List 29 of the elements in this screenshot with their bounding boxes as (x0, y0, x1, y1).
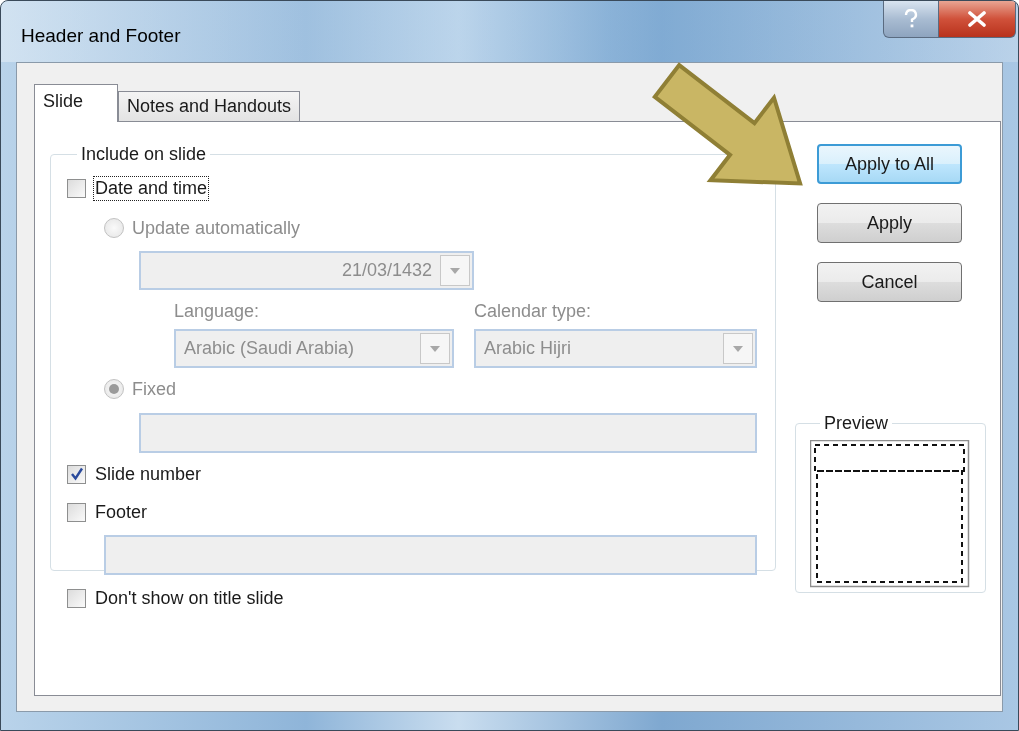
caret-icon (429, 344, 441, 353)
close-icon (968, 11, 986, 27)
checkbox[interactable] (67, 502, 86, 522)
arrow-icon (652, 62, 803, 186)
help-button[interactable] (883, 1, 939, 38)
tab[interactable]: Notes and Handouts (118, 91, 301, 121)
radio-label: Update automatically (132, 217, 301, 239)
checkbox[interactable] (67, 588, 86, 608)
check-icon (69, 467, 84, 481)
group-title: Include on slide (80, 144, 208, 165)
caret-icon (449, 266, 461, 275)
checkbox[interactable] (67, 178, 86, 198)
button[interactable]: Cancel (817, 262, 962, 302)
help-icon (903, 9, 919, 29)
window-title: Header and Footer (21, 25, 181, 47)
field-label: Calendar type: (474, 300, 593, 323)
caret-icon (732, 344, 744, 353)
checkbox-label: Slide number (95, 463, 202, 485)
checkbox-label: Footer (95, 501, 148, 523)
button[interactable]: Apply (817, 203, 962, 243)
button[interactable]: Apply to All (817, 144, 962, 184)
radio-label: Fixed (132, 378, 176, 400)
field-label: Language: (174, 300, 261, 323)
checkbox-label: Date and time (95, 177, 208, 199)
close-button[interactable] (939, 1, 1016, 38)
checkbox-label: Don't show on title slide (95, 587, 284, 609)
tab[interactable]: Slide (34, 84, 118, 122)
checkbox[interactable] (67, 464, 86, 484)
group-title: Preview (823, 413, 890, 434)
